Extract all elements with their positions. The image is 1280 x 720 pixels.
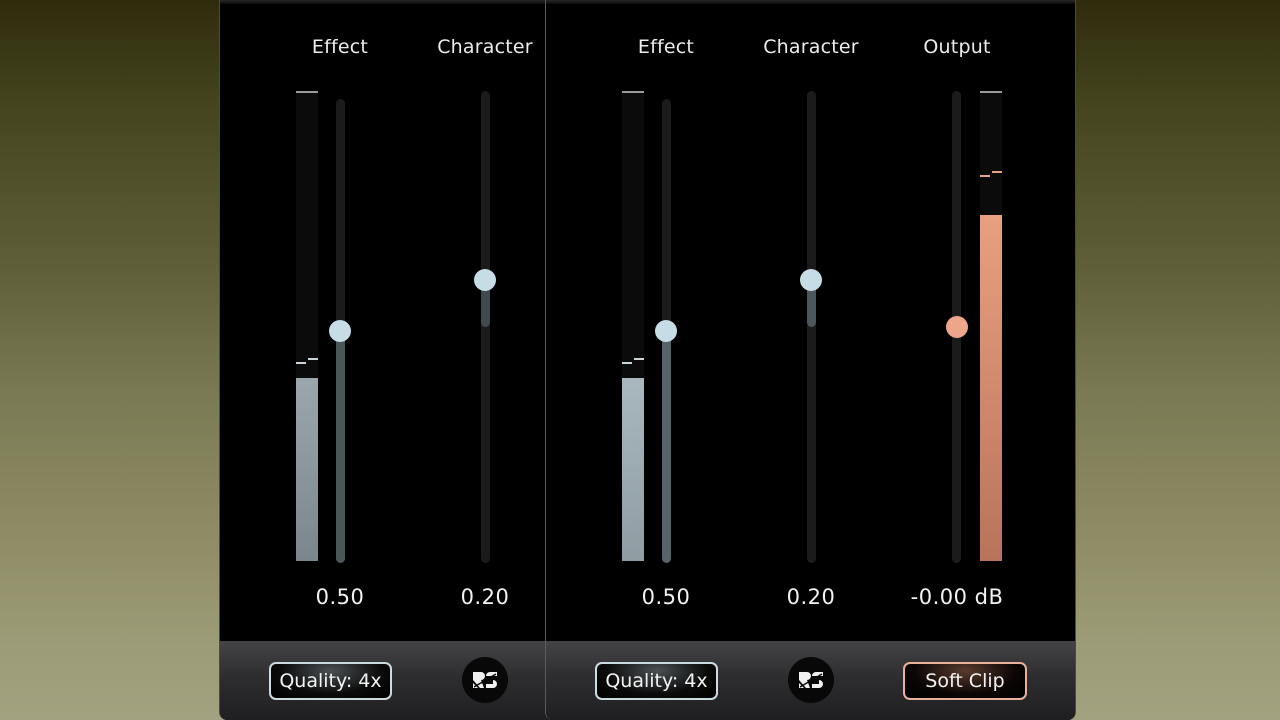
output-label: Output xyxy=(923,36,991,58)
character-value: 0.20 xyxy=(786,585,836,609)
plugin-window-left: Effect Character 0.50 0.20 Quality: 4x xyxy=(219,0,559,720)
output-meter-peak xyxy=(980,174,990,177)
character-slider-thumb[interactable] xyxy=(800,268,822,291)
effect-value: 0.50 xyxy=(641,585,691,609)
footer-bar: Quality: 4x xyxy=(220,641,558,720)
output-value: -0.00 dB xyxy=(910,585,1004,609)
output-meter-fill xyxy=(980,214,1002,561)
character-slider-track[interactable] xyxy=(807,91,816,563)
effect-slider-fill xyxy=(662,331,671,563)
effect-label: Effect xyxy=(637,36,695,58)
rs-logo-icon[interactable] xyxy=(788,657,834,703)
quality-button[interactable]: Quality: 4x xyxy=(595,662,718,700)
effect-value: 0.50 xyxy=(315,585,365,609)
effect-slider-thumb[interactable] xyxy=(329,320,351,342)
output-meter xyxy=(980,93,1002,561)
effect-meter-peak-hold xyxy=(634,357,644,360)
window-top-edge xyxy=(220,0,558,4)
effect-slider-fill xyxy=(336,331,345,563)
character-value: 0.20 xyxy=(460,585,510,609)
effect-meter-peak-hold xyxy=(308,357,318,360)
soft-clip-button[interactable]: Soft Clip xyxy=(903,662,1027,700)
output-meter-peak-hold xyxy=(992,170,1002,173)
footer-bar: Quality: 4x Soft Clip xyxy=(546,641,1075,720)
effect-meter-fill xyxy=(296,378,318,561)
effect-meter-peak xyxy=(622,361,632,364)
effect-meter-peak xyxy=(296,361,306,364)
character-label: Character xyxy=(437,36,533,58)
character-slider-track[interactable] xyxy=(481,91,490,563)
effect-meter-max-line xyxy=(622,91,644,93)
effect-label: Effect xyxy=(311,36,369,58)
output-meter-max-line xyxy=(980,91,1002,93)
plugin-window-right: Effect Character Output 0.50 0.20 -0.00 … xyxy=(545,0,1076,720)
effect-meter-fill xyxy=(622,378,644,561)
character-slider-thumb[interactable] xyxy=(474,268,496,291)
character-label: Character xyxy=(763,36,859,58)
window-top-edge xyxy=(546,0,1075,4)
effect-slider-thumb[interactable] xyxy=(655,320,677,342)
effect-meter xyxy=(296,93,318,561)
effect-meter xyxy=(622,93,644,561)
output-slider-thumb[interactable] xyxy=(946,316,968,338)
quality-button[interactable]: Quality: 4x xyxy=(269,662,392,700)
effect-meter-max-line xyxy=(296,91,318,93)
rs-logo-icon[interactable] xyxy=(462,657,508,703)
